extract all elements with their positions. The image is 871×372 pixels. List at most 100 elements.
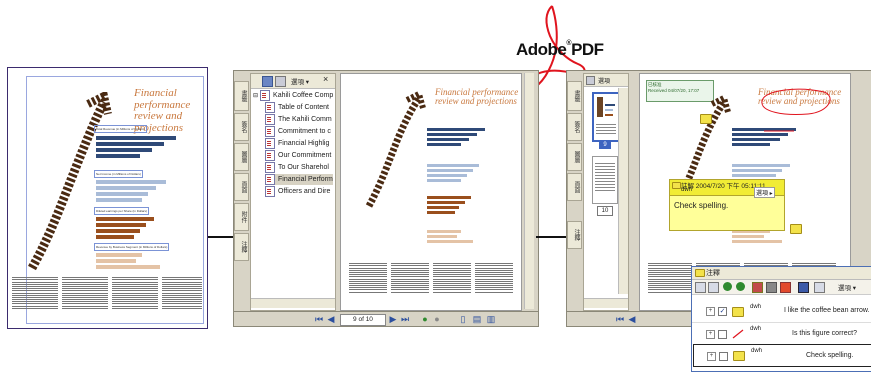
doc-title-line1: Financial performance bbox=[134, 87, 191, 111]
comment-text: Check spelling. bbox=[806, 352, 854, 359]
reply-icon[interactable] bbox=[752, 282, 763, 293]
next-page-button[interactable]: ▶ bbox=[388, 314, 398, 324]
comment-checkbox-checked[interactable]: ✓ bbox=[718, 307, 727, 316]
popup-note-options[interactable]: 選項 ▸ bbox=[754, 187, 775, 198]
bookmark-item[interactable]: Commitment to c bbox=[265, 126, 331, 137]
previous-page-button[interactable]: ◀ bbox=[627, 314, 637, 324]
comment-checkbox[interactable] bbox=[719, 352, 728, 361]
page-thumbnail-9[interactable] bbox=[592, 92, 620, 142]
comments-options-label: 選項 bbox=[838, 285, 851, 292]
tab-comments[interactable]: 注釋 bbox=[234, 233, 249, 261]
tab-signatures[interactable]: 簽名 bbox=[567, 113, 582, 141]
single-page-icon[interactable]: ▯ bbox=[458, 314, 468, 324]
brand-name: Adobe bbox=[516, 40, 567, 59]
section-label-net-income: Net Income (in Millions of Dollars) bbox=[94, 170, 143, 178]
comments-options-menu[interactable]: 選項 ▾ bbox=[838, 282, 856, 292]
tab-layers[interactable]: 圖層 bbox=[567, 143, 582, 171]
first-page-button[interactable]: ⏮ bbox=[615, 314, 625, 324]
last-page-button[interactable]: ⏭ bbox=[400, 314, 410, 324]
next-comment-icon[interactable] bbox=[723, 282, 732, 291]
delete-comment-icon[interactable] bbox=[766, 282, 777, 293]
tab-comments[interactable]: 注釋 bbox=[567, 221, 582, 249]
previous-comment-icon[interactable] bbox=[736, 282, 745, 291]
bookmark-page-icon bbox=[265, 126, 275, 137]
doc-title-line2: review and projections bbox=[435, 96, 517, 107]
bookmark-item[interactable]: ⊟ Kahili Coffee Comp bbox=[253, 90, 333, 101]
comment-text: Is this figure correct? bbox=[792, 330, 857, 337]
bookmark-page-icon bbox=[265, 174, 275, 185]
go-back-icon[interactable]: ● bbox=[420, 314, 430, 324]
tab-attachments[interactable]: 附件 bbox=[234, 203, 249, 231]
page-thumbnail-10-label: 10 bbox=[597, 206, 613, 216]
bookmark-page-icon bbox=[265, 138, 275, 149]
new-bookmark-icon[interactable] bbox=[262, 76, 273, 87]
bookmark-item[interactable]: To Our Sharehol bbox=[265, 162, 329, 173]
bookmark-item[interactable]: The Kahili Comm bbox=[265, 114, 332, 125]
comment-checkbox[interactable] bbox=[718, 330, 727, 339]
bookmarks-options-menu[interactable]: 選項 ▾ bbox=[291, 76, 309, 86]
bookmark-item[interactable]: Financial Highlig bbox=[265, 138, 329, 149]
eps-bars bbox=[427, 194, 471, 216]
pages-vscrollbar[interactable] bbox=[618, 88, 628, 294]
bookmarks-close-button[interactable]: × bbox=[323, 74, 328, 84]
bookmark-label: Financial Perform bbox=[278, 176, 333, 183]
sticky-note-icon[interactable] bbox=[790, 224, 802, 234]
comment-row[interactable]: + ✓ dwh I like the coffee bean arrow. bbox=[692, 301, 871, 322]
popup-note-text[interactable]: Check spelling. bbox=[674, 201, 728, 210]
show-icon[interactable] bbox=[814, 282, 825, 293]
tab-pages[interactable]: 頁面 bbox=[567, 173, 582, 201]
delete-bookmark-icon[interactable] bbox=[275, 76, 286, 87]
tab-bookmarks[interactable]: 書籤 bbox=[234, 81, 249, 111]
bookmarks-hscrollbar[interactable] bbox=[251, 298, 335, 308]
expand-all-icon[interactable] bbox=[695, 282, 706, 293]
facing-icon[interactable]: ▥ bbox=[486, 314, 496, 324]
previous-page-button[interactable]: ◀ bbox=[326, 314, 336, 324]
bookmark-page-icon bbox=[265, 186, 275, 197]
pencil-line-comment-icon bbox=[732, 329, 744, 339]
pages-hscrollbar[interactable] bbox=[584, 298, 628, 308]
checkmark-icon[interactable] bbox=[798, 282, 809, 293]
tab-layers[interactable]: 圖層 bbox=[234, 143, 249, 171]
body-text-column-2 bbox=[391, 262, 429, 294]
pages-toolbar: 選項 bbox=[584, 74, 628, 87]
collapse-all-icon[interactable] bbox=[708, 282, 719, 293]
comment-popup-note[interactable]: 註解 2004/7/20 下午 05:11:11 dwh 選項 ▸ Check … bbox=[669, 179, 785, 231]
pages-options-label: 選項 bbox=[598, 79, 611, 85]
first-page-button[interactable]: ⏮ bbox=[314, 314, 324, 324]
sticky-note-icon bbox=[672, 182, 681, 189]
freehand-circle-annotation bbox=[761, 88, 831, 115]
comment-row-selected[interactable]: + dwh Check spelling. bbox=[693, 344, 871, 367]
bookmarks-toolbar: 選項 ▾ × bbox=[251, 74, 335, 89]
collapse-toggle-icon[interactable]: ⊟ bbox=[253, 92, 258, 99]
raw-document-page: Financial performance review and project… bbox=[7, 67, 208, 329]
pages-options-menu[interactable]: 選項 bbox=[598, 76, 610, 85]
tab-pages[interactable]: 頁面 bbox=[234, 173, 249, 201]
coffee-bean-arrow-image bbox=[365, 90, 426, 208]
set-status-icon[interactable] bbox=[780, 282, 791, 293]
bookmark-label: Table of Content bbox=[278, 104, 329, 111]
page-options-icon[interactable] bbox=[586, 76, 595, 85]
tab-signatures[interactable]: 簽名 bbox=[234, 113, 249, 141]
expand-toggle-icon[interactable]: + bbox=[706, 330, 715, 339]
segment-bars bbox=[427, 228, 473, 245]
expand-toggle-icon[interactable]: + bbox=[706, 307, 715, 316]
document-page-view: Financial performance review and project… bbox=[340, 73, 522, 311]
bookmark-item[interactable]: Officers and Dire bbox=[265, 186, 330, 197]
page-thumbnail-10[interactable] bbox=[592, 156, 618, 204]
bookmark-item[interactable]: Our Commitment bbox=[265, 150, 331, 161]
stamp-line2: Received 04/07/20, 17:07 bbox=[648, 88, 700, 93]
continuous-icon[interactable]: ▤ bbox=[472, 314, 482, 324]
sticky-note-icon[interactable] bbox=[700, 114, 712, 124]
go-forward-icon[interactable]: ● bbox=[432, 314, 442, 324]
tab-bookmarks[interactable]: 書籤 bbox=[567, 81, 582, 111]
document-vscrollbar[interactable] bbox=[524, 73, 534, 309]
bookmark-page-icon bbox=[265, 114, 275, 125]
bookmark-label: Commitment to c bbox=[278, 128, 331, 135]
expand-toggle-icon[interactable]: + bbox=[707, 352, 716, 361]
pages-panel: 選項 9 10 bbox=[583, 73, 629, 311]
comment-row[interactable]: + dwh Is this figure correct? bbox=[692, 322, 871, 344]
bookmark-item[interactable]: Table of Content bbox=[265, 102, 329, 113]
comments-list-panel: 注釋 選項 ▾ + ✓ dwh I like the coffee bean a… bbox=[691, 266, 871, 372]
bookmark-item-selected[interactable]: Financial Perform bbox=[265, 174, 333, 185]
page-number-field[interactable]: 9 of 10 bbox=[340, 314, 386, 326]
